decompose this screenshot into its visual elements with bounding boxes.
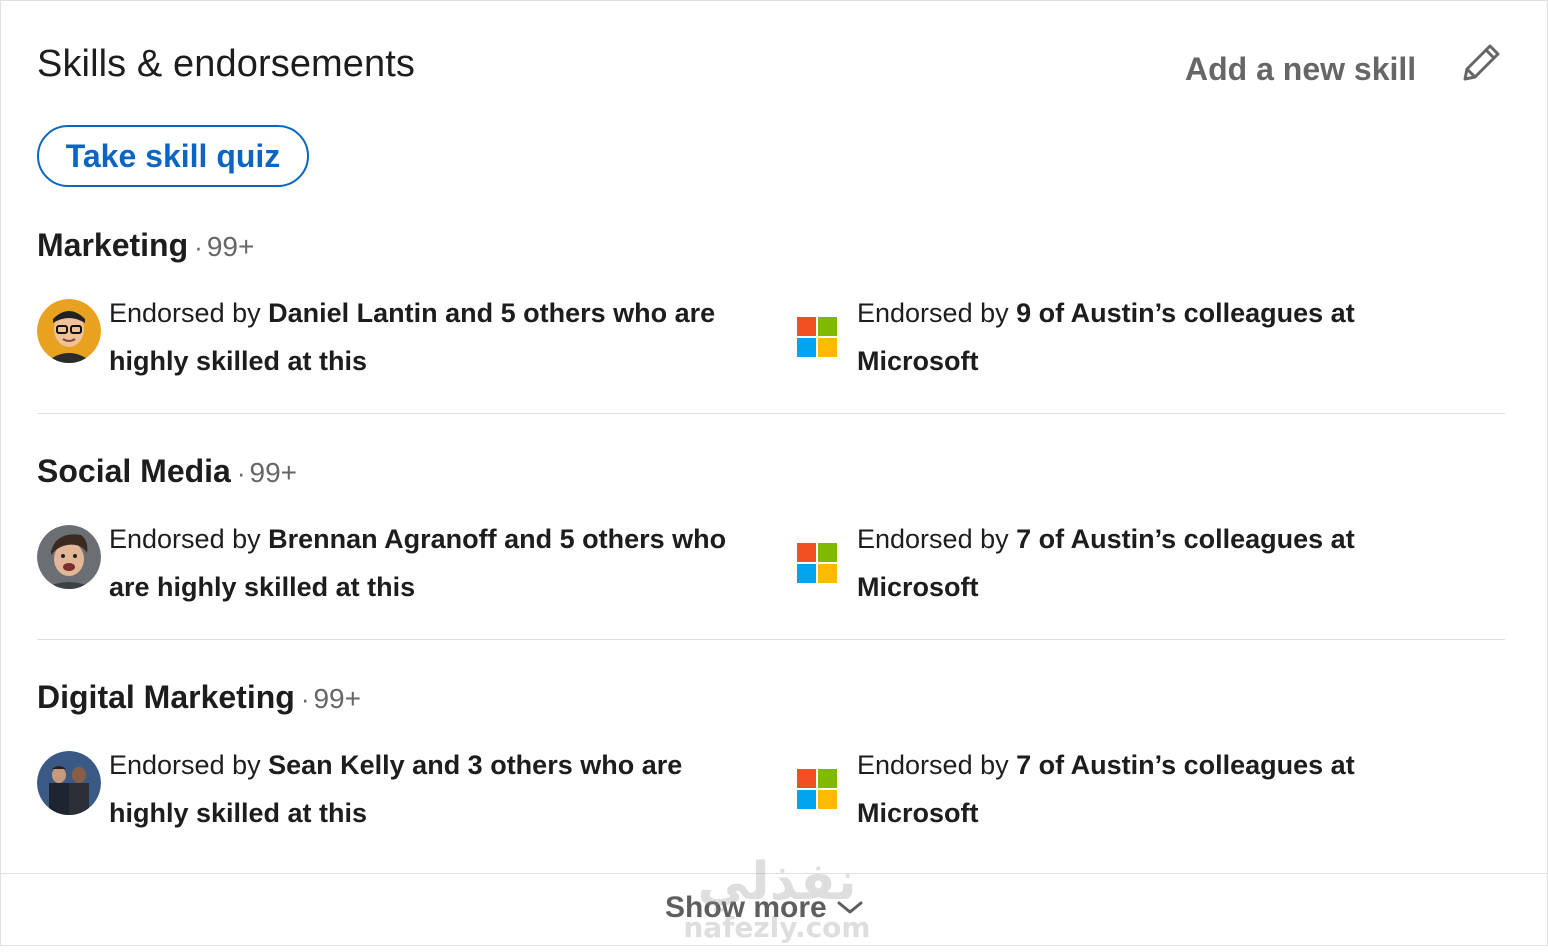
avatar[interactable] — [37, 751, 101, 815]
avatar[interactable] — [37, 525, 101, 589]
chevron-down-icon — [835, 891, 865, 925]
endorsement-highly-skilled[interactable]: Endorsed by Sean Kelly and 3 others who … — [37, 741, 767, 841]
endorsement-text: Endorsed by Brennan Agranoff and 5 other… — [109, 524, 727, 602]
endorsement-text: Endorsed by 7 of Austin’s colleagues at … — [857, 524, 1355, 602]
add-new-skill-button[interactable]: Add a new skill — [1185, 51, 1416, 88]
endorsement-colleagues[interactable]: Endorsed by 7 of Austin’s colleagues at … — [797, 741, 1497, 841]
endorsement-text: Endorsed by 9 of Austin’s colleagues at … — [857, 298, 1355, 376]
skill-name[interactable]: Digital Marketing — [37, 679, 295, 715]
endorsement-text: Endorsed by Sean Kelly and 3 others who … — [109, 750, 683, 828]
endorsement-count[interactable]: 99+ — [313, 683, 361, 714]
card-header: Skills & endorsements Add a new skill — [37, 39, 1507, 99]
show-more-button[interactable]: Show more — [665, 891, 865, 925]
endorsement-text: Endorsed by 7 of Austin’s colleagues at … — [857, 750, 1355, 828]
microsoft-logo-icon — [797, 769, 837, 809]
endorsement-highly-skilled[interactable]: Endorsed by Brennan Agranoff and 5 other… — [37, 515, 767, 615]
microsoft-logo-icon — [797, 317, 837, 357]
skill-title-row: Marketing · 99+ — [37, 227, 255, 263]
endorsement-count[interactable]: 99+ — [250, 457, 298, 488]
skills-card: Skills & endorsements Add a new skill Ta… — [0, 0, 1548, 946]
endorsement-colleagues[interactable]: Endorsed by 7 of Austin’s colleagues at … — [797, 515, 1497, 615]
show-more-label: Show more — [665, 891, 827, 924]
divider — [37, 639, 1505, 640]
skill-title-row: Social Media · 99+ — [37, 453, 298, 489]
microsoft-logo-icon — [797, 543, 837, 583]
section-title: Skills & endorsements — [37, 43, 416, 85]
skill-title-row: Digital Marketing · 99+ — [37, 679, 361, 715]
skill-name[interactable]: Marketing — [37, 227, 188, 263]
endorsement-highly-skilled[interactable]: Endorsed by Daniel Lantin and 5 others w… — [37, 289, 767, 389]
pencil-icon[interactable] — [1457, 39, 1505, 87]
footer-divider — [1, 873, 1547, 874]
endorsement-count[interactable]: 99+ — [207, 231, 255, 262]
avatar[interactable] — [37, 299, 101, 363]
endorsement-colleagues[interactable]: Endorsed by 9 of Austin’s colleagues at … — [797, 289, 1497, 389]
skill-name[interactable]: Social Media — [37, 453, 231, 489]
endorsement-text: Endorsed by Daniel Lantin and 5 others w… — [109, 298, 716, 376]
take-skill-quiz-button[interactable]: Take skill quiz — [37, 125, 309, 187]
divider — [37, 413, 1505, 414]
